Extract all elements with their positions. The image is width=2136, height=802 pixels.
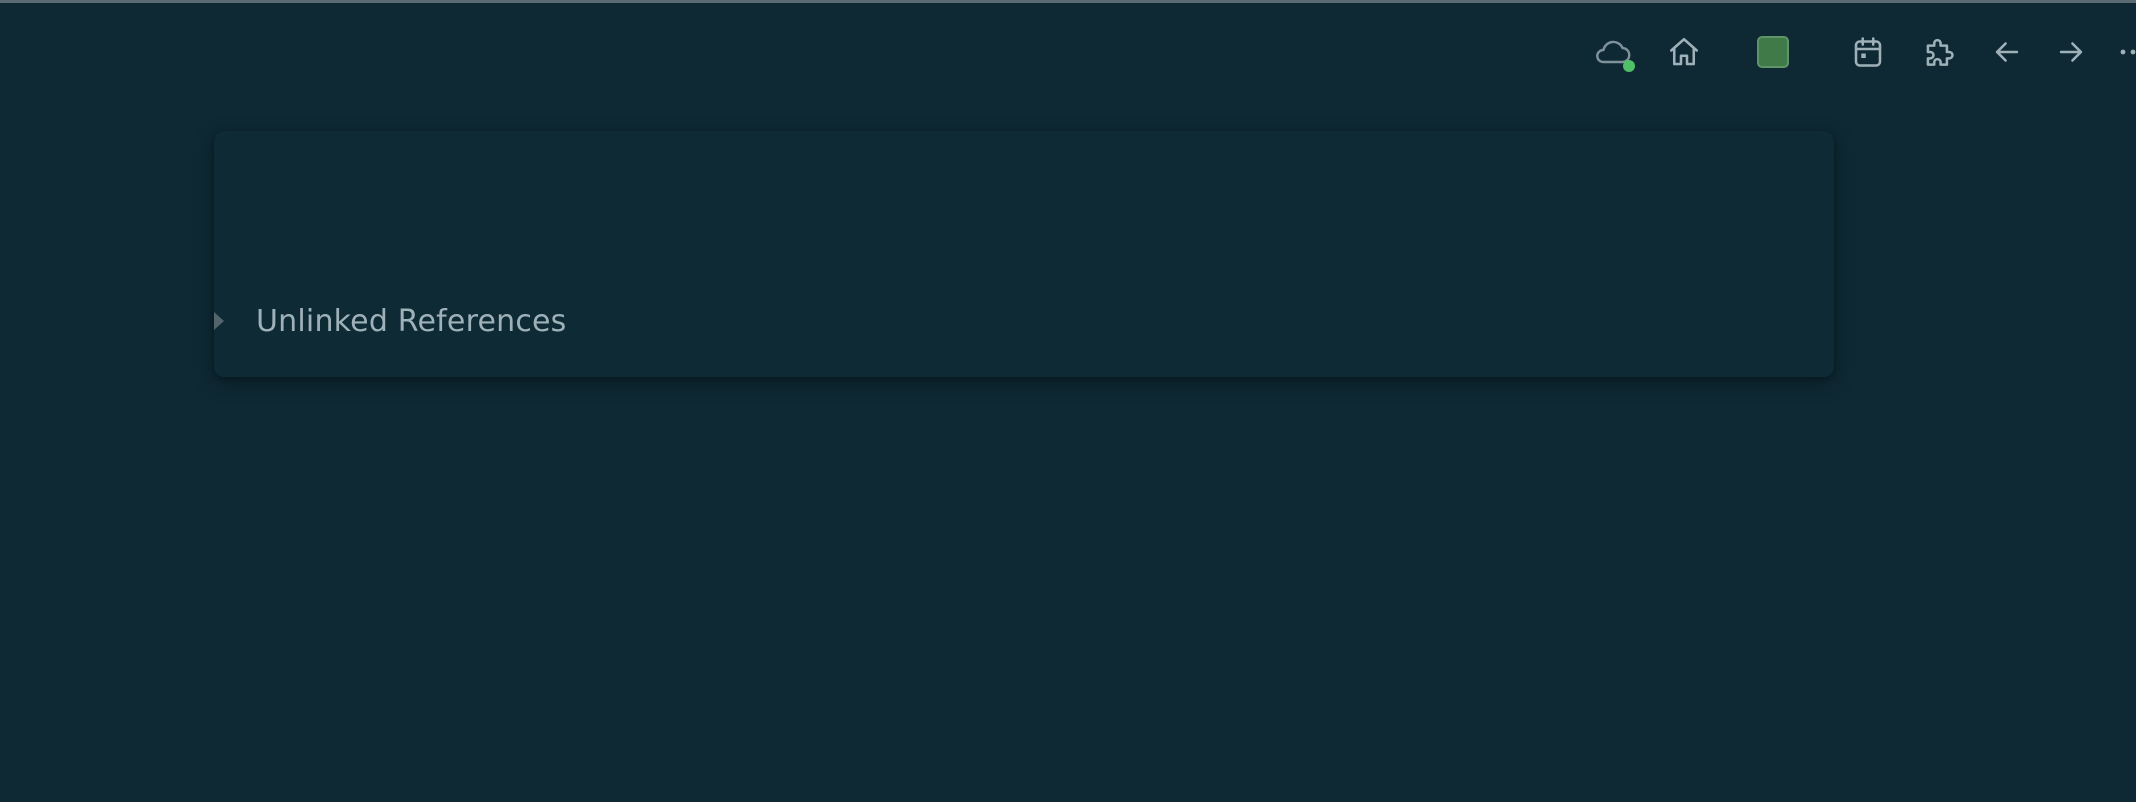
top-toolbar bbox=[0, 3, 2136, 98]
more-button[interactable] bbox=[2112, 25, 2136, 79]
unlinked-references-toggle[interactable]: Unlinked References bbox=[214, 299, 567, 343]
forward-button[interactable] bbox=[2046, 25, 2096, 79]
plugins-button[interactable] bbox=[1914, 25, 1964, 79]
more-icon bbox=[2112, 47, 2136, 57]
cloud-sync-icon bbox=[1593, 32, 1637, 72]
theme-color-button[interactable] bbox=[1748, 25, 1798, 79]
caret-right-icon[interactable] bbox=[214, 312, 224, 330]
sync-button[interactable] bbox=[1590, 25, 1640, 79]
puzzle-icon bbox=[1920, 33, 1958, 71]
home-icon bbox=[1666, 34, 1702, 70]
color-swatch bbox=[1757, 36, 1789, 68]
arrow-right-icon bbox=[2054, 35, 2088, 69]
arrow-left-icon bbox=[1990, 35, 2024, 69]
sync-status-dot bbox=[1623, 60, 1635, 72]
references-card: Unlinked References bbox=[214, 131, 1834, 377]
back-button[interactable] bbox=[1982, 25, 2032, 79]
journals-button[interactable] bbox=[1843, 25, 1893, 79]
home-button[interactable] bbox=[1659, 25, 1709, 79]
calendar-icon bbox=[1850, 34, 1886, 70]
unlinked-references-label: Unlinked References bbox=[256, 303, 567, 339]
